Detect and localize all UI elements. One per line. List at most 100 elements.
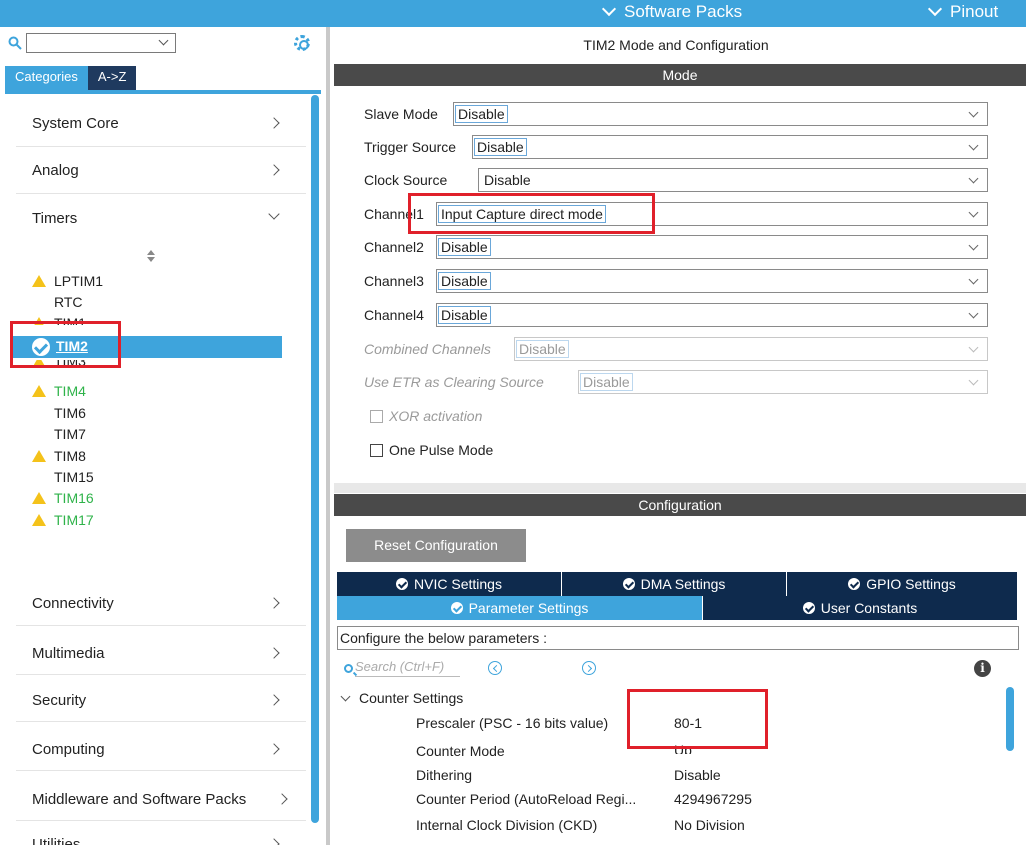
category-multimedia[interactable]: Multimedia: [32, 645, 284, 662]
pinout-menu[interactable]: Pinout: [927, 1, 999, 22]
category-security[interactable]: Security: [32, 692, 284, 709]
timer-item-tim15[interactable]: TIM15: [34, 469, 94, 485]
category-label: Connectivity: [32, 595, 114, 612]
software-packs-label: Software Packs: [624, 2, 743, 21]
warning-icon: [32, 385, 46, 397]
check-circle-icon: [802, 602, 815, 614]
top-toolbar: Software Packs Pinout: [0, 0, 1026, 27]
divider: [16, 820, 306, 821]
software-packs-menu[interactable]: Software Packs: [601, 1, 743, 22]
warning-icon: [32, 492, 46, 504]
left-scrollbar[interactable]: [311, 95, 319, 823]
param-value[interactable]: 4294967295: [674, 791, 752, 807]
clock-source-select[interactable]: Disable: [478, 168, 988, 192]
one-pulse-checkbox[interactable]: [370, 443, 383, 457]
timer-item-tim8[interactable]: TIM8: [32, 448, 86, 464]
chevron-right-icon: [268, 597, 280, 609]
page-title: TIM2 Mode and Configuration: [583, 37, 769, 53]
timer-label: TIM15: [54, 469, 94, 485]
divider: [16, 625, 306, 626]
search-icon: [8, 36, 22, 50]
timer-item-tim7[interactable]: TIM7: [34, 426, 86, 442]
channel2-select[interactable]: Disable: [436, 235, 988, 259]
previous-result-icon[interactable]: [488, 661, 502, 675]
tab-label: DMA Settings: [640, 576, 726, 592]
category-search-input[interactable]: [26, 33, 176, 53]
tab-label: Parameter Settings: [468, 600, 589, 616]
tab-gpio-settings[interactable]: GPIO Settings: [787, 572, 1017, 596]
xor-activation-row: XOR activation: [370, 404, 482, 428]
checkbox-label: XOR activation: [389, 408, 483, 424]
field-label: Channel4: [364, 307, 424, 323]
pinout-label: Pinout: [950, 2, 999, 21]
category-label: Timers: [32, 210, 78, 227]
tab-user-constants[interactable]: User Constants: [703, 596, 1017, 620]
trigger-source-select[interactable]: Disable: [472, 135, 988, 159]
select-value: Disable: [580, 373, 633, 391]
category-label: System Core: [32, 115, 119, 132]
select-value: Disable: [438, 272, 491, 290]
divider: [16, 770, 306, 771]
channel2-row: Channel2: [364, 235, 424, 259]
category-label: Computing: [32, 741, 105, 758]
divider: [16, 146, 306, 147]
tab-categories[interactable]: Categories: [5, 66, 88, 90]
timer-item-tim17[interactable]: TIM17: [32, 512, 94, 528]
category-utilities[interactable]: Utilities: [32, 836, 284, 845]
splitter[interactable]: [334, 483, 1026, 493]
etr-select: Disable: [578, 370, 988, 394]
tab-a-z[interactable]: A->Z: [87, 66, 137, 90]
timer-item-tim4[interactable]: TIM4: [32, 383, 86, 399]
check-circle-icon: [848, 578, 861, 590]
param-row-clock-division[interactable]: Internal Clock Division (CKD) No Division: [416, 817, 976, 833]
divider: [16, 721, 306, 722]
param-row-dithering[interactable]: Dithering Disable: [416, 767, 976, 783]
category-tabs: Categories A->Z: [5, 66, 137, 90]
param-row-counter-period[interactable]: Counter Period (AutoReload Regi... 429496…: [416, 791, 976, 807]
chevron-right-icon: [268, 164, 280, 176]
select-value: Disable: [438, 306, 491, 324]
counter-settings-group[interactable]: Counter Settings: [340, 690, 463, 706]
tab-parameter-settings[interactable]: Parameter Settings: [337, 596, 703, 620]
timer-item-lptim1[interactable]: LPTIM1: [32, 273, 103, 289]
timer-item-rtc[interactable]: RTC: [34, 294, 83, 310]
reset-configuration-button[interactable]: Reset Configuration: [346, 529, 526, 562]
category-analog[interactable]: Analog: [32, 162, 284, 179]
category-computing[interactable]: Computing: [32, 741, 284, 758]
trigger-source-row: Trigger Source: [364, 135, 456, 159]
param-value[interactable]: No Division: [674, 817, 745, 833]
slave-mode-row: Slave Mode: [364, 102, 438, 126]
param-name: Internal Clock Division (CKD): [416, 817, 598, 833]
divider: [16, 193, 306, 194]
timer-label: TIM7: [54, 426, 86, 442]
field-label: Combined Channels: [364, 341, 491, 357]
category-connectivity[interactable]: Connectivity: [32, 595, 284, 612]
tab-label: NVIC Settings: [414, 576, 502, 592]
channel4-select[interactable]: Disable: [436, 303, 988, 327]
tab-dma-settings[interactable]: DMA Settings: [562, 572, 787, 596]
timer-item-tim16[interactable]: TIM16: [32, 490, 94, 506]
tab-nvic-settings[interactable]: NVIC Settings: [337, 572, 562, 596]
param-search-input[interactable]: Search (Ctrl+F): [355, 659, 460, 677]
select-value: Disable: [484, 172, 531, 188]
sort-icon[interactable]: [147, 250, 155, 262]
timer-item-tim6[interactable]: TIM6: [34, 405, 86, 421]
chevron-down-icon: [968, 207, 979, 218]
timer-label: RTC: [54, 294, 83, 310]
left-panel: Categories A->Z System Core Analog Timer…: [0, 27, 330, 845]
gear-icon[interactable]: [294, 35, 310, 51]
next-result-icon[interactable]: [582, 661, 596, 675]
category-middleware[interactable]: Middleware and Software Packs: [32, 791, 288, 808]
param-value[interactable]: Disable: [674, 767, 721, 783]
slave-mode-select[interactable]: Disable: [453, 102, 988, 126]
param-scrollbar[interactable]: [1006, 687, 1014, 751]
info-icon[interactable]: i: [974, 660, 991, 677]
category-timers[interactable]: Timers: [32, 208, 284, 227]
channel3-select[interactable]: Disable: [436, 269, 988, 293]
chevron-down-icon: [268, 208, 280, 220]
channel3-row: Channel3: [364, 269, 424, 293]
tab-underline: [5, 90, 321, 94]
category-system-core[interactable]: System Core: [32, 115, 284, 132]
category-label: Analog: [32, 162, 79, 179]
category-search: [8, 33, 176, 53]
